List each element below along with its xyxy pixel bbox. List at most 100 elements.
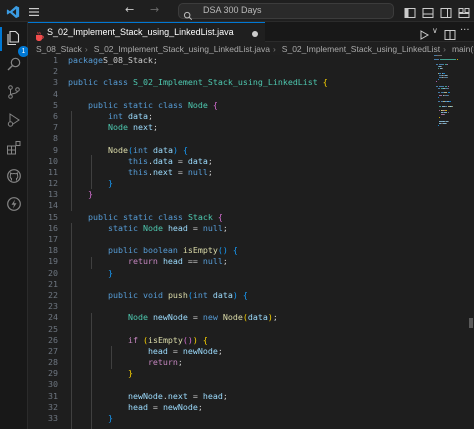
minimap-stroke (441, 68, 443, 70)
code-token: public (87, 211, 118, 222)
code-line[interactable]: this.next = null; (68, 167, 444, 178)
code-token: data (212, 289, 233, 300)
line-number: 17 (48, 234, 58, 244)
search-icon (183, 6, 193, 21)
code-line[interactable]: public void push(int data) { (68, 290, 444, 301)
code-token: () (217, 245, 228, 256)
code-line[interactable] (68, 379, 444, 390)
breadcrumb-method[interactable]: main(String[]) (452, 44, 474, 54)
code-token: static (107, 222, 138, 233)
minimap-stroke (447, 112, 449, 114)
code-line[interactable]: return head == null; (68, 256, 444, 267)
code-line[interactable] (68, 234, 444, 245)
code-line[interactable] (68, 279, 444, 290)
code-token: newNode (152, 312, 188, 323)
code-line[interactable]: } (68, 413, 444, 424)
code-line[interactable]: this.data = data; (68, 156, 444, 167)
minimap-stroke (446, 74, 448, 76)
code-line[interactable]: } (68, 268, 444, 279)
line-number: 10 (48, 155, 58, 166)
split-editor-icon[interactable] (444, 26, 456, 40)
run-options-chevron-icon[interactable]: ∨ (432, 26, 438, 35)
code-line[interactable]: } (68, 178, 444, 189)
code-token: Node (107, 122, 128, 133)
code-line[interactable] (68, 301, 444, 312)
toggle-primary-sidebar-icon[interactable] (404, 4, 416, 18)
code-token: null (202, 222, 223, 233)
code-line[interactable] (68, 66, 444, 77)
more-actions-icon[interactable]: ··· (460, 25, 470, 36)
minimap[interactable] (434, 55, 468, 135)
search-view-icon[interactable] (6, 56, 22, 72)
code-line[interactable]: static Node head = null; (68, 223, 444, 234)
code-line[interactable]: if (isEmpty()) { (68, 335, 444, 346)
hamburger-menu-icon[interactable] (27, 4, 41, 18)
breadcrumb-separator-icon: › (272, 43, 276, 54)
code-editor[interactable]: 1 2 3 4 5 6 7 8 9 10 11 12 13 14 15 16 17 18 19 20 21 22 23 24 2… (28, 55, 474, 429)
breadcrumb: S_08_Stack › S_02_Implement_Stack_using_… (28, 42, 474, 55)
toggle-panel-icon[interactable] (422, 4, 434, 18)
customize-layout-icon[interactable] (458, 4, 470, 18)
code-token: S_08_Stack; (102, 55, 158, 65)
run-debug-icon[interactable] (6, 112, 22, 128)
code-token: = (172, 166, 188, 177)
code-line[interactable] (68, 200, 444, 211)
code-line[interactable] (68, 89, 444, 100)
line-number: 30 (48, 379, 58, 390)
tab-stack-linkedlist-java[interactable]: S_02_Implement_Stack_using_LinkedList.ja… (28, 22, 265, 42)
source-control-icon[interactable] (6, 84, 22, 100)
code-line[interactable]: Node next; (68, 122, 444, 133)
code-token: next (132, 122, 153, 133)
code-area[interactable]: packageS_08_Stack; public class S_02_Imp… (68, 55, 444, 424)
line-number: 11 (48, 166, 58, 177)
code-token: ; (222, 390, 228, 401)
code-token: newNode (162, 401, 198, 412)
code-line[interactable]: public static class Node { (68, 100, 444, 111)
line-number: 8 (53, 133, 58, 144)
code-line[interactable]: return; (68, 357, 444, 368)
code-line[interactable]: public boolean isEmpty() { (68, 245, 444, 256)
run-java-icon[interactable] (418, 26, 430, 40)
command-center-search[interactable]: DSA 300 Days (178, 3, 394, 21)
code-token: package (68, 55, 103, 65)
code-line[interactable]: head = newNode; (68, 402, 444, 413)
minimap-stroke (443, 114, 445, 116)
unsaved-changes-dot-icon[interactable] (252, 31, 258, 37)
code-line[interactable]: head = newNode; (68, 346, 444, 357)
back-arrow-icon[interactable]: ← (125, 3, 134, 16)
code-line[interactable]: newNode.next = head; (68, 391, 444, 402)
code-line[interactable]: } (68, 189, 444, 200)
code-token: push (167, 289, 188, 300)
code-line[interactable]: public class S_02_Implement_Stack_using_… (68, 77, 444, 88)
code-token: void (142, 289, 163, 300)
breadcrumb-file[interactable]: S_02_Implement_Stack_using_LinkedList.ja… (94, 44, 270, 54)
toggle-secondary-sidebar-icon[interactable] (440, 4, 452, 18)
code-line[interactable]: Node newNode = new Node(data); (68, 312, 444, 323)
breadcrumb-class[interactable]: S_02_Implement_Stack_using_LinkedList (282, 44, 440, 54)
code-line[interactable]: public static class Stack { (68, 212, 444, 223)
explorer-icon[interactable]: 1 (6, 30, 29, 57)
minimap-stroke (452, 105, 454, 107)
code-token: data (247, 312, 268, 323)
code-token: { (242, 289, 248, 300)
github-icon[interactable] (6, 168, 22, 184)
code-line[interactable]: Node(int data) { (68, 145, 444, 156)
minimap-stroke (447, 94, 449, 96)
vertical-scrollbar[interactable] (468, 55, 474, 429)
code-line[interactable]: } (68, 368, 444, 379)
code-token: ; (197, 401, 203, 412)
breadcrumb-folder[interactable]: S_08_Stack (36, 44, 82, 54)
code-token: { (202, 334, 208, 345)
code-line[interactable] (68, 324, 444, 335)
lightning-icon[interactable] (6, 196, 22, 212)
extensions-icon[interactable] (6, 140, 22, 156)
forward-arrow-icon[interactable]: → (150, 3, 159, 16)
minimap-stroke (456, 59, 458, 61)
code-line[interactable]: int data; (68, 111, 444, 122)
code-line[interactable] (68, 133, 444, 144)
code-line[interactable]: packageS_08_Stack; (68, 55, 444, 66)
